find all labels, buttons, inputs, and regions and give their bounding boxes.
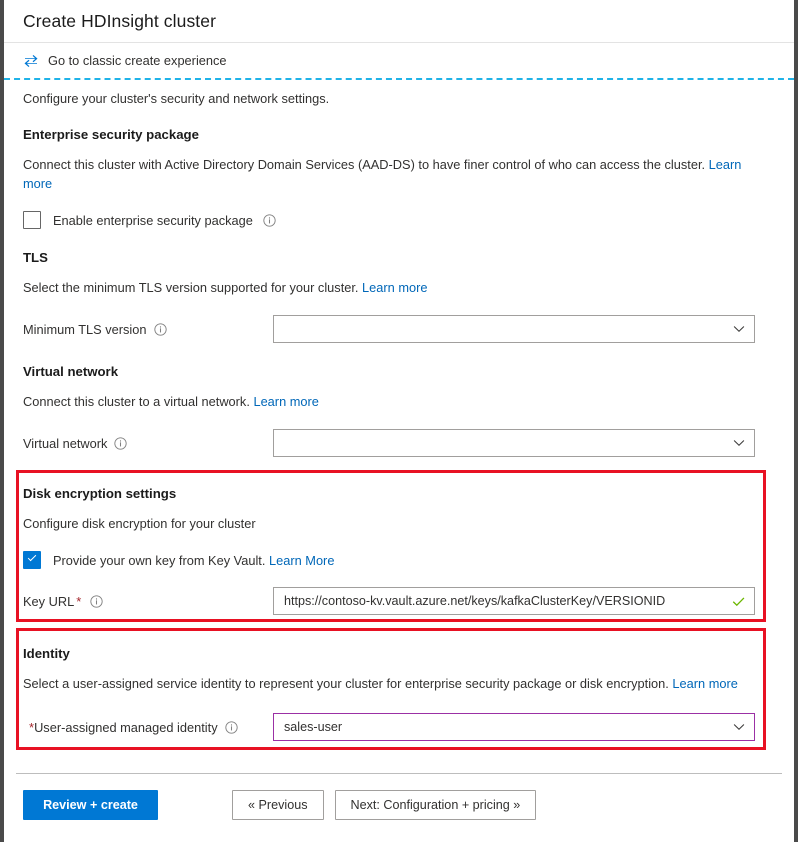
enable-enterprise-security-package-checkbox[interactable] [23, 211, 41, 229]
virtual-network-dropdown[interactable] [273, 429, 755, 457]
section-heading-identity: Identity [23, 646, 70, 661]
minimum-tls-version-label: Minimum TLS version [23, 322, 273, 337]
blade-title-bar: Create HDInsight cluster [4, 0, 794, 43]
minimum-tls-version-row: Minimum TLS version [23, 315, 775, 343]
provide-own-key-row[interactable]: Provide your own key from Key Vault. Lea… [23, 551, 775, 569]
create-hdinsight-cluster-blade: Create HDInsight cluster Go to classic c… [0, 0, 798, 842]
esp-description-text: Connect this cluster with Active Directo… [23, 157, 706, 172]
section-heading-enterprise-security-package: Enterprise security package [23, 127, 199, 142]
section-heading-tls: TLS [23, 250, 48, 265]
chevron-down-icon [732, 720, 746, 734]
review-create-button[interactable]: Review + create [23, 790, 158, 820]
esp-checkbox-text: Enable enterprise security package [53, 212, 253, 228]
key-url-value: https://contoso-kv.vault.azure.net/keys/… [284, 594, 666, 608]
provide-own-key-text: Provide your own key from Key Vault. [53, 552, 266, 568]
section-description-identity: Select a user-assigned service identity … [23, 674, 758, 693]
classic-link-label: Go to classic create experience [48, 53, 227, 68]
blade-content: Configure your cluster's security and ne… [4, 80, 794, 741]
user-assigned-managed-identity-row: * User-assigned managed identity sales-u… [23, 713, 775, 741]
page-title: Create HDInsight cluster [23, 10, 217, 31]
chevron-down-icon [732, 436, 746, 450]
section-description-enterprise-security-package: Connect this cluster with Active Directo… [23, 155, 758, 193]
tls-learn-more-link[interactable]: Learn more [362, 280, 427, 295]
disk-encryption-learn-more-link[interactable]: Learn More [269, 553, 334, 568]
identity-description-text: Select a user-assigned service identity … [23, 676, 669, 691]
key-url-label: Key URL * [23, 594, 273, 609]
go-to-classic-create-experience-link[interactable]: Go to classic create experience [4, 43, 794, 78]
esp-info-icon[interactable] [263, 213, 277, 227]
minimum-tls-version-info-icon[interactable] [153, 322, 167, 336]
footer-divider [16, 773, 782, 774]
user-assigned-managed-identity-dropdown[interactable]: sales-user [273, 713, 755, 741]
provide-own-key-label: Provide your own key from Key Vault. Lea… [53, 553, 334, 568]
user-assigned-managed-identity-label: * User-assigned managed identity [23, 720, 273, 735]
virtual-network-label: Virtual network [23, 436, 273, 451]
user-assigned-managed-identity-info-icon[interactable] [224, 720, 238, 734]
virtual-network-info-icon[interactable] [114, 436, 128, 450]
virtual-network-label-text: Virtual network [23, 435, 108, 451]
tls-description-text: Select the minimum TLS version supported… [23, 280, 359, 295]
section-description-disk-encryption: Configure disk encryption for your clust… [23, 516, 256, 531]
enable-enterprise-security-package-label: Enable enterprise security package [53, 212, 277, 228]
identity-learn-more-link[interactable]: Learn more [672, 676, 737, 691]
chevron-down-icon [732, 322, 746, 336]
key-url-label-text: Key URL [23, 593, 75, 609]
next-configuration-pricing-button[interactable]: Next: Configuration + pricing » [334, 790, 537, 820]
section-description-virtual-network: Connect this cluster to a virtual networ… [23, 392, 758, 411]
enable-enterprise-security-package-row[interactable]: Enable enterprise security package [23, 211, 775, 229]
provide-own-key-checkbox[interactable] [23, 551, 41, 569]
section-description-tls: Select the minimum TLS version supported… [23, 278, 758, 297]
vnet-learn-more-link[interactable]: Learn more [253, 394, 318, 409]
virtual-network-row: Virtual network [23, 429, 775, 457]
section-heading-disk-encryption-settings: Disk encryption settings [23, 486, 177, 501]
intro-text: Configure your cluster's security and ne… [23, 91, 330, 106]
swap-arrows-icon [23, 53, 39, 69]
valid-check-icon [731, 594, 746, 609]
user-assigned-managed-identity-label-text: User-assigned managed identity [34, 719, 218, 735]
key-url-info-icon[interactable] [90, 594, 103, 608]
vnet-description-text: Connect this cluster to a virtual networ… [23, 394, 250, 409]
minimum-tls-version-dropdown[interactable] [273, 315, 755, 343]
user-assigned-managed-identity-value: sales-user [284, 720, 343, 734]
blade-footer: Review + create « Previous Next: Configu… [4, 790, 794, 820]
key-url-row: Key URL * https://contoso-kv.vault.azure… [23, 587, 775, 615]
key-url-required-asterisk: * [76, 593, 82, 609]
section-heading-virtual-network: Virtual network [23, 364, 119, 379]
minimum-tls-version-label-text: Minimum TLS version [23, 321, 147, 337]
key-url-input[interactable]: https://contoso-kv.vault.azure.net/keys/… [273, 587, 755, 615]
previous-button[interactable]: « Previous [232, 790, 324, 820]
